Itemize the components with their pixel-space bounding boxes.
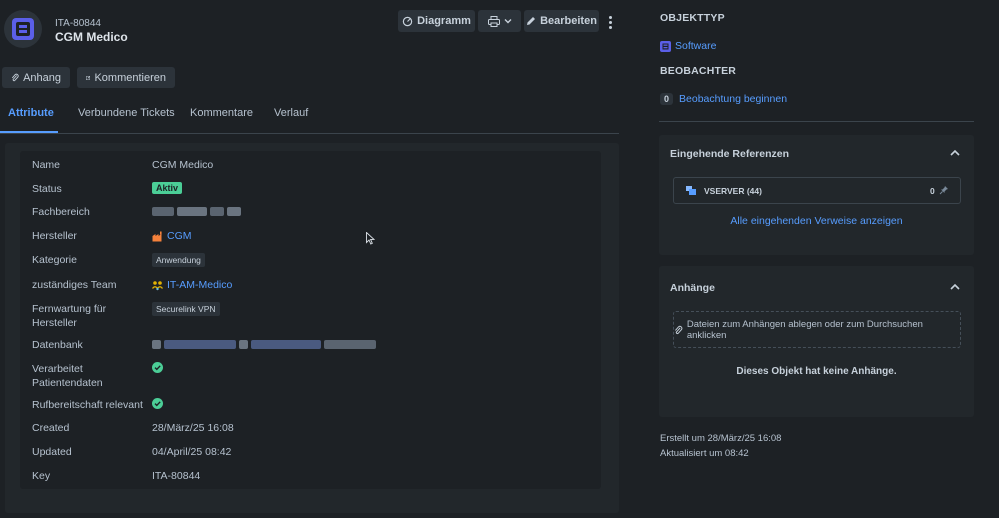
edit-button-label: Bearbeiten bbox=[540, 15, 597, 27]
patientendaten-check-icon bbox=[152, 362, 163, 377]
attach-button[interactable]: Anhang bbox=[2, 67, 70, 88]
updated-timestamp: Aktualisiert um 08:42 bbox=[660, 448, 749, 459]
team-icon bbox=[152, 280, 163, 290]
object-type-avatar bbox=[4, 10, 42, 48]
attr-label-created: Created bbox=[32, 422, 70, 434]
tab-bar: Attribute Verbundene Tickets Kommentare … bbox=[0, 96, 619, 134]
more-dots-icon bbox=[608, 15, 612, 19]
pencil-icon bbox=[527, 17, 536, 25]
attr-value-updated: 04/April/25 08:42 bbox=[152, 446, 232, 458]
attr-label-key: Key bbox=[32, 470, 51, 482]
comment-button-label: Kommentieren bbox=[94, 71, 166, 84]
attr-label-updated: Updated bbox=[32, 446, 72, 458]
active-tab-indicator bbox=[0, 131, 58, 133]
attachment-drop-zone[interactable]: Dateien zum Anhängen ablegen oder zum Du… bbox=[673, 311, 961, 348]
status-badge[interactable]: Aktiv bbox=[152, 182, 183, 194]
objekttyp-heading: OBJEKTTYP bbox=[660, 12, 725, 24]
rufbereitschaft-check-icon bbox=[152, 398, 163, 413]
attr-label-fachbereich: Fachbereich bbox=[32, 206, 90, 218]
edit-comment-icon bbox=[86, 75, 91, 80]
tab-history[interactable]: Verlauf bbox=[274, 107, 308, 119]
pin-icon[interactable] bbox=[939, 185, 949, 195]
print-icon bbox=[487, 15, 500, 27]
chevron-up-icon[interactable] bbox=[950, 283, 960, 291]
paperclip-icon bbox=[675, 325, 683, 334]
watcher-count-badge: 0 bbox=[660, 93, 674, 105]
hersteller-link[interactable]: CGM bbox=[167, 229, 192, 243]
mouse-cursor-icon bbox=[366, 232, 375, 245]
paperclip-icon bbox=[11, 73, 19, 82]
diagram-icon bbox=[402, 16, 413, 26]
tab-attribute[interactable]: Attribute bbox=[8, 107, 54, 119]
attributes-table bbox=[20, 151, 601, 489]
sidebar-divider bbox=[659, 121, 974, 122]
more-actions-button[interactable] bbox=[604, 14, 616, 30]
fernwartung-tag[interactable]: Securelink VPN bbox=[152, 302, 220, 316]
chevron-up-icon[interactable] bbox=[950, 149, 960, 157]
attr-label-rufbereitschaft: Rufbereitschaft relevant bbox=[32, 399, 143, 411]
team-link[interactable]: IT-AM-Medico bbox=[167, 278, 232, 292]
beobachter-heading: BEOBACHTER bbox=[660, 65, 737, 77]
attr-label-fernwartung: Fernwartung für Hersteller bbox=[32, 303, 107, 329]
reference-row-label: VSERVER (44) bbox=[704, 186, 762, 196]
object-title: CGM Medico bbox=[55, 30, 128, 44]
show-all-incoming-link[interactable]: Alle eingehenden Verweise anzeigen bbox=[659, 215, 974, 227]
edit-button[interactable]: Bearbeiten bbox=[524, 10, 599, 32]
attachments-card: Anhänge Dateien zum Anhängen ablegen ode… bbox=[659, 266, 974, 417]
attr-value-fachbereich-redacted[interactable] bbox=[152, 207, 241, 216]
diagram-button[interactable]: Diagramm bbox=[398, 10, 475, 32]
chevron-down-icon bbox=[504, 19, 511, 24]
attr-value-datenbank-redacted[interactable] bbox=[152, 340, 376, 349]
attr-label-name: Name bbox=[32, 159, 61, 171]
incoming-references-card: Eingehende Referenzen VSERVER (44) 0 All… bbox=[659, 135, 974, 255]
attr-label-datenbank: Datenbank bbox=[32, 339, 83, 351]
attr-label-patientendaten: Verarbeitet Patientendaten bbox=[32, 363, 103, 389]
attr-label-status: Status bbox=[32, 183, 62, 195]
diagram-button-label: Diagramm bbox=[417, 15, 471, 27]
created-timestamp: Erstellt um 28/März/25 16:08 bbox=[660, 433, 782, 444]
start-watching-link[interactable]: Beobachtung beginnen bbox=[679, 93, 787, 105]
comment-button[interactable]: Kommentieren bbox=[77, 67, 175, 88]
objekttyp-link[interactable]: Software bbox=[675, 40, 716, 52]
tab-connected-tickets[interactable]: Verbundene Tickets bbox=[78, 107, 175, 119]
object-key: ITA-80844 bbox=[55, 18, 101, 29]
software-type-icon bbox=[660, 40, 671, 52]
factory-icon bbox=[152, 231, 162, 241]
attr-label-hersteller: Hersteller bbox=[32, 230, 77, 242]
kategorie-tag[interactable]: Anwendung bbox=[152, 253, 205, 267]
attr-label-kategorie: Kategorie bbox=[32, 254, 77, 266]
incoming-references-title: Eingehende Referenzen bbox=[670, 148, 790, 160]
reference-row-vserver[interactable]: VSERVER (44) 0 bbox=[673, 177, 961, 204]
drop-zone-text: Dateien zum Anhängen ablegen oder zum Du… bbox=[686, 318, 923, 341]
print-menu-button[interactable] bbox=[478, 10, 521, 32]
server-stack-icon bbox=[686, 186, 696, 195]
tab-comments[interactable]: Kommentare bbox=[190, 107, 253, 119]
attach-button-label: Anhang bbox=[23, 71, 61, 84]
attr-label-team: zuständiges Team bbox=[32, 279, 117, 291]
attr-value-key: ITA-80844 bbox=[152, 470, 201, 482]
attachments-title: Anhänge bbox=[670, 282, 715, 294]
no-attachments-text: Dieses Objekt hat keine Anhänge. bbox=[736, 366, 897, 377]
reference-row-count: 0 bbox=[930, 186, 935, 196]
software-icon bbox=[12, 18, 34, 40]
attr-value-name[interactable]: CGM Medico bbox=[152, 158, 213, 172]
attr-value-created: 28/März/25 16:08 bbox=[152, 422, 234, 434]
